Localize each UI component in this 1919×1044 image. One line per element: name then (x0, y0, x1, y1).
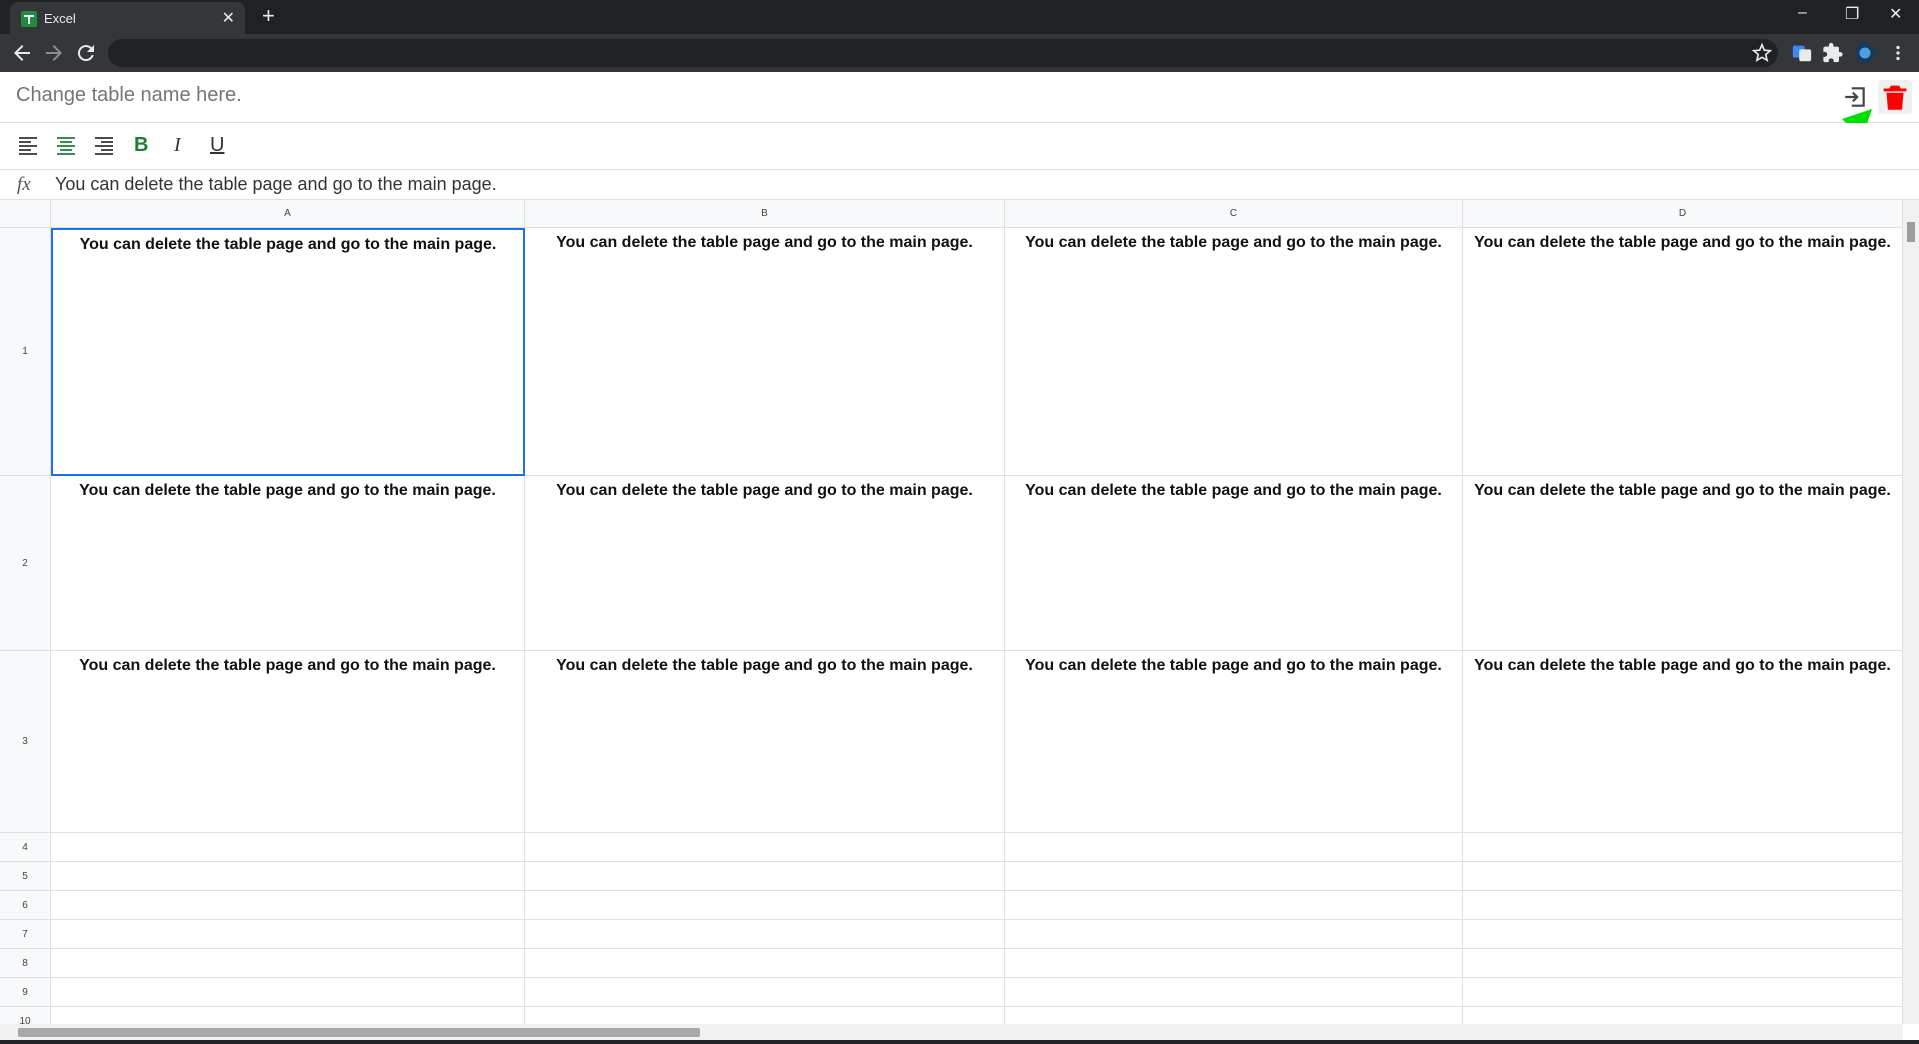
app-title-bar: Change table name here. (0, 72, 1919, 123)
cell-d10[interactable] (1463, 1007, 1903, 1024)
profile-avatar-icon[interactable] (1854, 42, 1876, 64)
address-bar[interactable] (108, 39, 1778, 67)
align-right-icon[interactable] (92, 134, 116, 158)
new-tab-button[interactable]: + (262, 3, 275, 29)
restore-button[interactable]: ❐ (1845, 4, 1859, 24)
minimize-button[interactable]: – (1798, 4, 1807, 22)
format-toolbar: B I U (0, 123, 1919, 170)
cell-d8[interactable] (1463, 949, 1903, 978)
cell-d9[interactable] (1463, 978, 1903, 1007)
row-header-5[interactable]: 5 (0, 862, 51, 891)
browser-tab-bar: Excel ✕ + – ❐ ✕ (0, 0, 1919, 34)
cell-b7[interactable] (525, 920, 1005, 949)
align-center-icon[interactable] (54, 134, 78, 158)
cell-b9[interactable] (525, 978, 1005, 1007)
tab-close-icon[interactable]: ✕ (222, 8, 235, 28)
column-header-d[interactable]: D (1463, 200, 1903, 228)
cell-d4[interactable] (1463, 833, 1903, 862)
cell-d5[interactable] (1463, 862, 1903, 891)
column-header-b[interactable]: B (525, 200, 1005, 228)
row-header-10[interactable]: 10 (0, 1007, 51, 1024)
cell-c3[interactable]: You can delete the table page and go to … (1005, 651, 1463, 833)
translate-extension-icon[interactable] (1791, 42, 1813, 64)
row-header-9[interactable]: 9 (0, 978, 51, 1007)
underline-button[interactable]: U (210, 134, 224, 157)
horizontal-scroll-thumb[interactable] (18, 1028, 700, 1037)
window-close-button[interactable]: ✕ (1889, 4, 1902, 24)
taskbar-edge (0, 1040, 1919, 1044)
cell-b3[interactable]: You can delete the table page and go to … (525, 651, 1005, 833)
cell-a10[interactable] (51, 1007, 525, 1024)
back-icon[interactable] (10, 41, 34, 65)
cell-c6[interactable] (1005, 891, 1463, 920)
vertical-scrollbar[interactable] (1903, 200, 1919, 1024)
cell-a2[interactable]: You can delete the table page and go to … (51, 476, 525, 651)
row-header-4[interactable]: 4 (0, 833, 51, 862)
browser-menu-icon[interactable] (1887, 42, 1909, 64)
row-header-8[interactable]: 8 (0, 949, 51, 978)
cell-c1[interactable]: You can delete the table page and go to … (1005, 228, 1463, 476)
bold-button[interactable]: B (134, 134, 148, 157)
cell-d3[interactable]: You can delete the table page and go to … (1463, 651, 1903, 833)
cell-c7[interactable] (1005, 920, 1463, 949)
row-header-1[interactable]: 1 (0, 228, 51, 476)
cell-a7[interactable] (51, 920, 525, 949)
cell-a3[interactable]: You can delete the table page and go to … (51, 651, 525, 833)
sheets-favicon-icon (21, 11, 37, 27)
fx-label: fx (17, 174, 31, 195)
row-header-6[interactable]: 6 (0, 891, 51, 920)
cell-d7[interactable] (1463, 920, 1903, 949)
cell-b4[interactable] (525, 833, 1005, 862)
cell-a9[interactable] (51, 978, 525, 1007)
spreadsheet-grid: A B C D 1 You can delete the table page and g… (0, 200, 1903, 1024)
cell-b10[interactable] (525, 1007, 1005, 1024)
row-header-7[interactable]: 7 (0, 920, 51, 949)
cell-c5[interactable] (1005, 862, 1463, 891)
cell-a5[interactable] (51, 862, 525, 891)
reload-icon[interactable] (74, 41, 98, 65)
cell-a1[interactable]: You can delete the table page and go to … (51, 228, 525, 476)
extensions-puzzle-icon[interactable] (1822, 42, 1844, 64)
formula-bar: fx You can delete the table page and go … (0, 170, 1919, 200)
browser-toolbar (0, 34, 1919, 72)
horizontal-scrollbar[interactable] (0, 1024, 1903, 1040)
row-header-3[interactable]: 3 (0, 651, 51, 833)
cell-a8[interactable] (51, 949, 525, 978)
trash-icon (1883, 85, 1907, 110)
cell-d1[interactable]: You can delete the table page and go to … (1463, 228, 1903, 476)
cell-c8[interactable] (1005, 949, 1463, 978)
row-header-2[interactable]: 2 (0, 476, 51, 651)
forward-icon[interactable] (42, 41, 66, 65)
cell-b2[interactable]: You can delete the table page and go to … (525, 476, 1005, 651)
cell-b8[interactable] (525, 949, 1005, 978)
cell-c2[interactable]: You can delete the table page and go to … (1005, 476, 1463, 651)
cell-b5[interactable] (525, 862, 1005, 891)
cell-c4[interactable] (1005, 833, 1463, 862)
table-name-input[interactable]: Change table name here. (16, 84, 242, 107)
align-left-icon[interactable] (16, 134, 40, 158)
delete-table-button[interactable] (1878, 80, 1912, 114)
italic-button[interactable]: I (174, 134, 181, 157)
cell-b6[interactable] (525, 891, 1005, 920)
vertical-scroll-thumb[interactable] (1907, 222, 1915, 242)
cell-a4[interactable] (51, 833, 525, 862)
cell-c10[interactable] (1005, 1007, 1463, 1024)
bookmark-star-icon[interactable] (1751, 42, 1773, 64)
cell-d6[interactable] (1463, 891, 1903, 920)
browser-tab[interactable]: Excel ✕ (10, 2, 245, 34)
cell-c9[interactable] (1005, 978, 1463, 1007)
column-header-a[interactable]: A (51, 200, 525, 228)
cell-b1[interactable]: You can delete the table page and go to … (525, 228, 1005, 476)
cell-d2[interactable]: You can delete the table page and go to … (1463, 476, 1903, 651)
column-header-c[interactable]: C (1005, 200, 1463, 228)
cell-a6[interactable] (51, 891, 525, 920)
select-all-corner[interactable] (0, 200, 51, 228)
tab-title: Excel (44, 11, 76, 26)
formula-input[interactable]: You can delete the table page and go to … (55, 174, 497, 195)
